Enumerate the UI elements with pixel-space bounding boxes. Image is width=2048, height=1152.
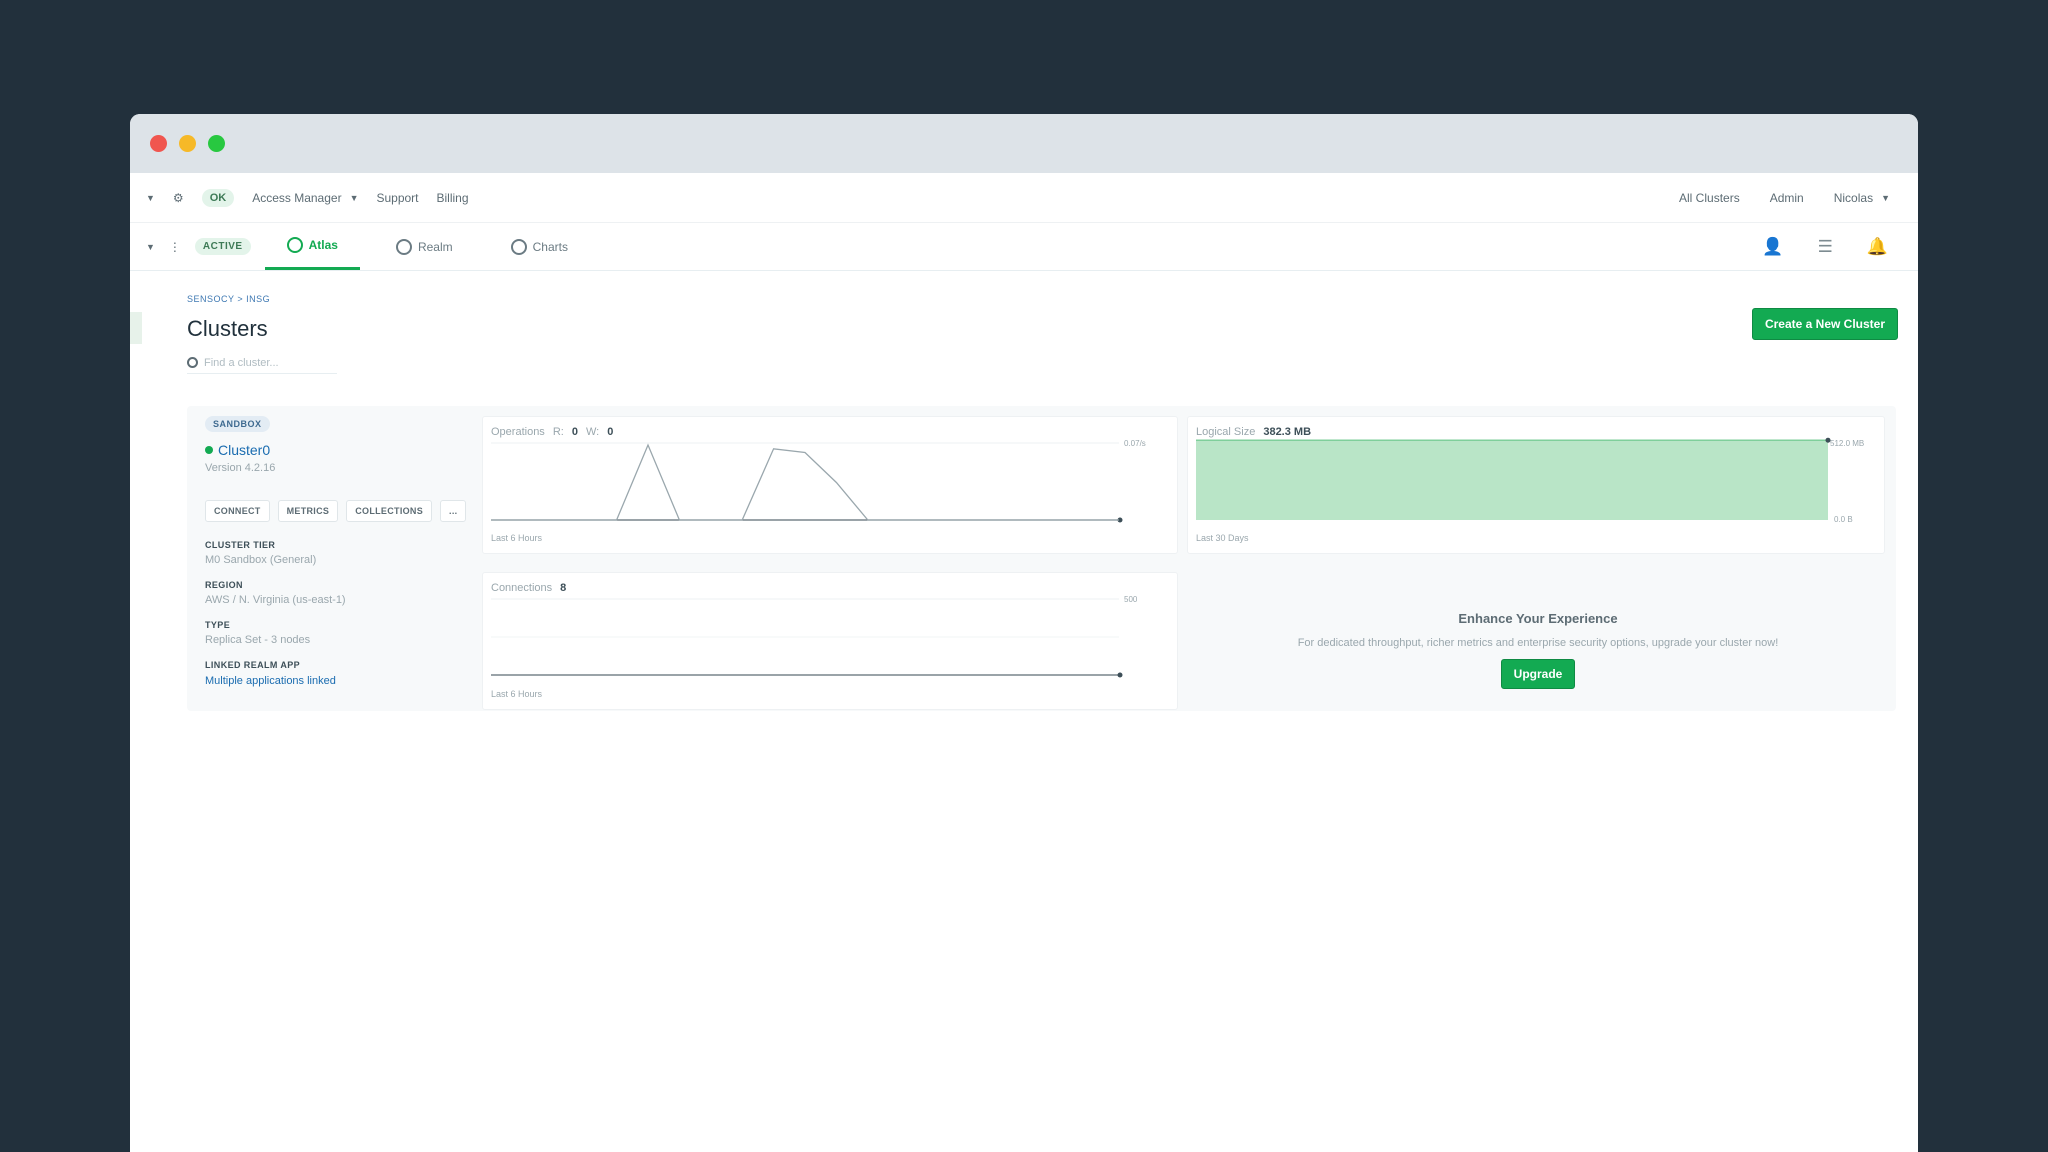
cluster-name-link[interactable]: Cluster0 xyxy=(205,442,459,458)
org-badge[interactable]: OK xyxy=(201,188,235,207)
activity-feed-icon[interactable]: ☰ xyxy=(1818,237,1833,257)
logical-size-panel[interactable]: Logical Size 382.3 MB 512.0 MB 0.0 B Las… xyxy=(1187,416,1885,554)
search-input[interactable]: Find a cluster... xyxy=(204,357,279,369)
metrics-button[interactable]: METRICS xyxy=(277,500,339,522)
realm-icon xyxy=(395,238,412,255)
collections-button[interactable]: COLLECTIONS xyxy=(346,500,433,522)
project-status-badge: ACTIVE xyxy=(194,238,251,255)
support-link[interactable]: Support xyxy=(376,191,418,205)
search-icon xyxy=(187,357,198,368)
upsell-title: Enhance Your Experience xyxy=(1458,611,1618,626)
linked-realm-label: LINKED REALM APP xyxy=(205,660,301,670)
upsell-panel: Enhance Your Experience For dedicated th… xyxy=(1192,581,1884,706)
ops-footer: Last 6 Hours xyxy=(491,533,543,543)
browser-window: ▼ ⚙ OK Access Manager ▼ Support Billing A… xyxy=(130,114,1918,1152)
conn-endpoint xyxy=(1117,672,1123,678)
tab-atlas[interactable]: Atlas xyxy=(264,223,360,270)
user-name: Nicolas xyxy=(1833,190,1874,205)
minimize-window-button[interactable] xyxy=(179,135,196,152)
tab-charts[interactable]: Charts xyxy=(489,223,590,270)
atlas-icon xyxy=(286,237,303,253)
org-menu-caret-icon[interactable]: ▼ xyxy=(146,193,155,203)
cluster-actions: CONNECT METRICS COLLECTIONS ... xyxy=(205,500,467,522)
window-titlebar xyxy=(130,114,1918,173)
size-endpoint xyxy=(1825,437,1831,443)
ops-series-line xyxy=(491,443,1119,521)
cluster-tier-label: CLUSTER TIER xyxy=(205,540,276,550)
cluster-info: SANDBOX Cluster0 Version 4.2.16 CONNECT … xyxy=(187,406,477,711)
connections-chart xyxy=(491,598,1123,678)
logical-size-area xyxy=(1196,440,1828,520)
page-title: Clusters xyxy=(187,316,268,341)
breadcrumb[interactable]: SENSOCY > INSG xyxy=(187,294,1898,304)
region-label: REGION xyxy=(205,580,243,590)
admin-link[interactable]: Admin xyxy=(1770,191,1804,205)
access-manager-menu[interactable]: Access Manager ▼ xyxy=(252,191,358,205)
kebab-menu-icon[interactable]: ⋮ xyxy=(169,240,181,254)
billing-link[interactable]: Billing xyxy=(437,191,469,205)
linked-realm-link[interactable]: Multiple applications linked xyxy=(205,675,459,687)
cluster-search[interactable]: Find a cluster... xyxy=(187,352,337,374)
tab-atlas-label: Atlas xyxy=(308,238,338,252)
conn-footer: Last 6 Hours xyxy=(491,689,543,699)
connections-panel[interactable]: Connections 8 500 Last 6 Hours xyxy=(482,572,1178,710)
settings-gear-icon[interactable]: ⚙ xyxy=(173,191,184,205)
user-invite-icon[interactable]: 👤 xyxy=(1762,237,1783,257)
upsell-text: For dedicated throughput, richer metrics… xyxy=(1297,637,1779,649)
operations-panel[interactable]: Operations R: 0 W: 0 0.07/s Last 6 Hours xyxy=(482,416,1178,554)
cluster-tier-value: M0 Sandbox (General) xyxy=(205,554,317,566)
operations-chart xyxy=(491,442,1123,523)
bell-icon[interactable]: 🔔 xyxy=(1867,237,1888,257)
close-window-button[interactable] xyxy=(150,135,167,152)
top-nav: ▼ ⚙ OK Access Manager ▼ Support Billing A… xyxy=(130,173,1918,223)
type-label: TYPE xyxy=(205,620,231,630)
project-nav: ▼ ⋮ ACTIVE Atlas Realm Charts 👤 ☰ 🔔 xyxy=(130,223,1918,271)
logical-size-chart xyxy=(1196,437,1831,520)
all-clusters-link[interactable]: All Clusters xyxy=(1679,191,1740,205)
sidebar-toggle[interactable] xyxy=(130,312,142,344)
chevron-down-icon: ▼ xyxy=(1881,192,1890,203)
tab-realm[interactable]: Realm xyxy=(374,223,475,270)
connect-button[interactable]: CONNECT xyxy=(205,500,270,522)
project-menu-caret-icon[interactable]: ▼ xyxy=(146,242,155,252)
more-options-button[interactable]: ... xyxy=(440,500,467,522)
charts-icon xyxy=(510,238,527,255)
upgrade-button[interactable]: Upgrade xyxy=(1500,659,1576,689)
sandbox-badge: SANDBOX xyxy=(205,416,270,432)
status-dot-icon xyxy=(205,446,213,454)
cluster-version: Version 4.2.16 xyxy=(205,462,276,474)
cluster-name: Cluster0 xyxy=(218,442,271,458)
region-value: AWS / N. Virginia (us-east-1) xyxy=(205,594,346,606)
main-content: SENSOCY > INSG Clusters Create a New Clu… xyxy=(187,294,1898,711)
access-manager-label: Access Manager xyxy=(252,190,342,205)
cluster-card: SANDBOX Cluster0 Version 4.2.16 CONNECT … xyxy=(187,406,1896,711)
tab-charts-label: Charts xyxy=(532,239,568,254)
create-cluster-button[interactable]: Create a New Cluster xyxy=(1751,308,1898,340)
user-menu[interactable]: Nicolas ▼ xyxy=(1834,191,1890,205)
chevron-down-icon: ▼ xyxy=(349,192,359,203)
tab-realm-label: Realm xyxy=(417,239,453,254)
maximize-window-button[interactable] xyxy=(208,135,225,152)
size-footer: Last 30 Days xyxy=(1196,533,1249,543)
type-value: Replica Set - 3 nodes xyxy=(205,634,311,646)
